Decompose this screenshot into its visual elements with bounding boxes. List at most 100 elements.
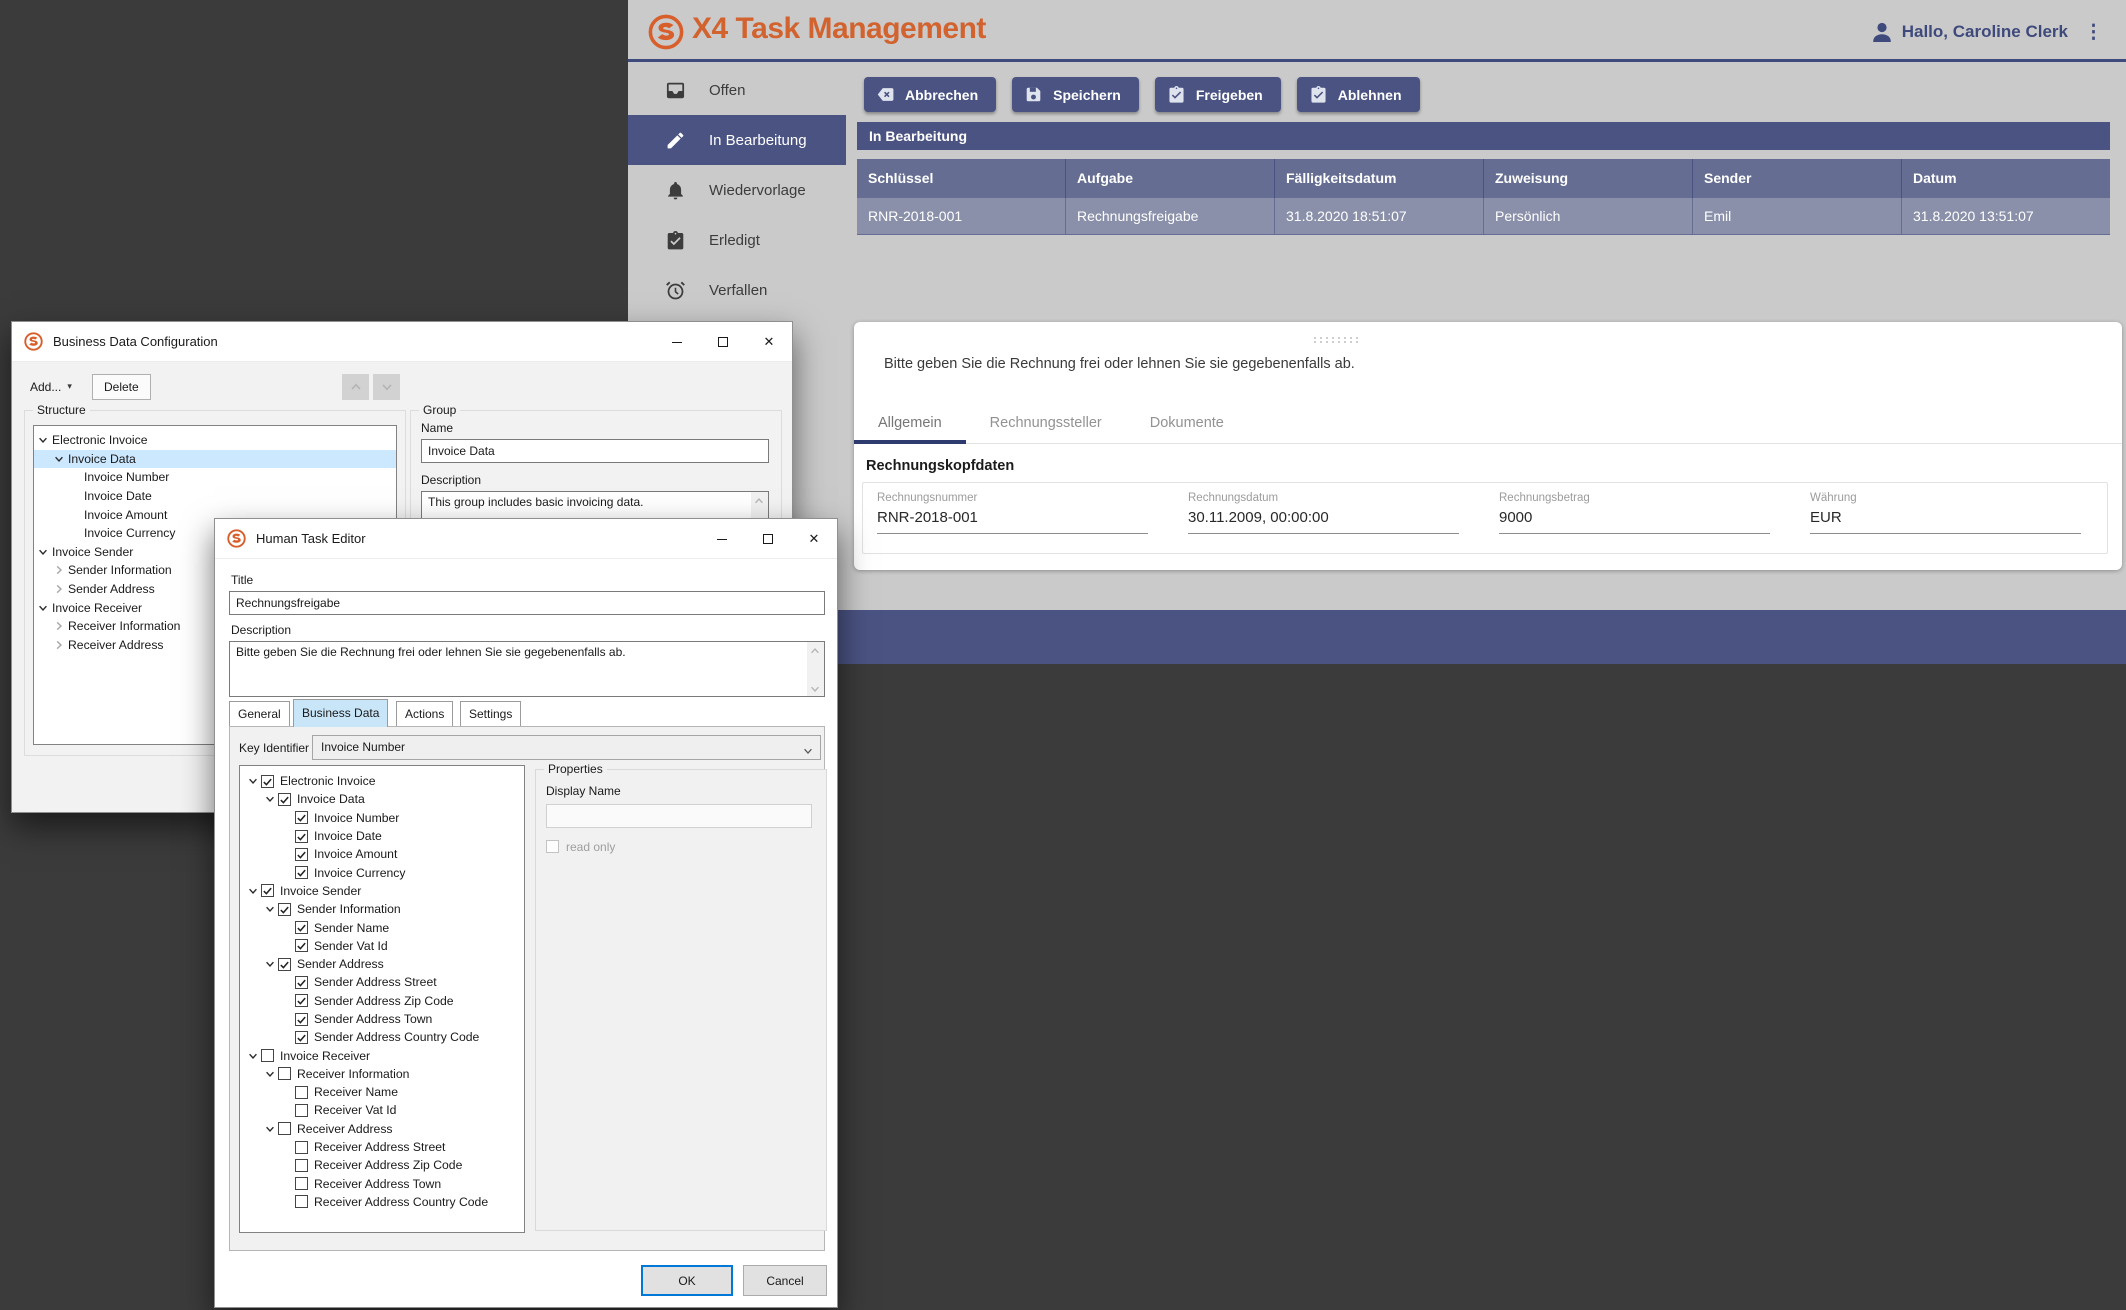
chevron-expanded-icon[interactable] [36, 602, 50, 614]
tab-settings[interactable]: Settings [460, 701, 521, 726]
speichern-button[interactable]: Speichern [1012, 77, 1139, 112]
column-header[interactable]: Fälligkeitsdatum [1275, 159, 1484, 198]
field-value[interactable]: 9000 [1499, 509, 1770, 534]
chevron-expanded-icon[interactable] [245, 885, 261, 897]
chevron-expanded-icon[interactable] [245, 775, 261, 787]
move-up-button[interactable] [342, 374, 369, 400]
sidebar-item-offen[interactable]: Offen [628, 65, 846, 115]
scroll-up-icon[interactable] [809, 644, 821, 656]
tab-allgemein[interactable]: Allgemein [854, 402, 966, 443]
unchecked-checkbox[interactable] [295, 1086, 308, 1099]
chevron-expanded-icon[interactable] [36, 546, 50, 558]
checkbox-tree-item[interactable]: Sender Address [240, 955, 524, 973]
freigeben-button[interactable]: Freigeben [1155, 77, 1281, 112]
task-description-input[interactable]: Bitte geben Sie die Rechnung frei oder l… [229, 641, 825, 697]
unchecked-checkbox[interactable] [295, 1177, 308, 1190]
minimize-button[interactable] [654, 322, 700, 362]
checked-checkbox[interactable] [261, 775, 274, 788]
checked-checkbox[interactable] [295, 994, 308, 1007]
checkbox-tree-item[interactable]: Receiver Information [240, 1065, 524, 1083]
key-identifier-select[interactable]: Invoice Number [312, 735, 821, 760]
column-header[interactable]: Zuweisung [1484, 159, 1693, 198]
chevron-expanded-icon[interactable] [245, 1050, 261, 1062]
sidebar-item-verfallen[interactable]: Verfallen [628, 265, 846, 315]
tab-dokumente[interactable]: Dokumente [1126, 402, 1248, 443]
checkbox-tree-item[interactable]: Invoice Number [240, 809, 524, 827]
checked-checkbox[interactable] [278, 958, 291, 971]
hte-titlebar[interactable]: Human Task Editor [215, 519, 837, 559]
checkbox-tree-item[interactable]: Sender Name [240, 918, 524, 936]
chevron-expanded-icon[interactable] [36, 434, 50, 446]
field-value[interactable]: 30.11.2009, 00:00:00 [1188, 509, 1459, 534]
checkbox-tree-item[interactable]: Sender Address Street [240, 973, 524, 991]
checkbox-tree-item[interactable]: Receiver Address Street [240, 1138, 524, 1156]
chevron-expanded-icon[interactable] [262, 903, 278, 915]
chevron-expanded-icon[interactable] [262, 1123, 278, 1135]
maximize-button[interactable] [745, 519, 791, 559]
sidebar-item-erledigt[interactable]: Erledigt [628, 215, 846, 265]
column-header[interactable]: Aufgabe [1066, 159, 1275, 198]
chevron-expanded-icon[interactable] [262, 793, 278, 805]
add-dropdown[interactable]: Add... [30, 380, 72, 394]
column-header[interactable]: Sender [1693, 159, 1902, 198]
checked-checkbox[interactable] [295, 1031, 308, 1044]
checkbox-tree-item[interactable]: Receiver Address Country Code [240, 1193, 524, 1211]
minimize-button[interactable] [699, 519, 745, 559]
checkbox-tree-item[interactable]: Sender Address Town [240, 1010, 524, 1028]
checked-checkbox[interactable] [295, 848, 308, 861]
unchecked-checkbox[interactable] [278, 1067, 291, 1080]
checked-checkbox[interactable] [295, 830, 308, 843]
close-button[interactable] [746, 322, 792, 362]
checked-checkbox[interactable] [295, 811, 308, 824]
field-value[interactable]: RNR-2018-001 [877, 509, 1148, 534]
tree-item[interactable]: Electronic Invoice [34, 431, 396, 450]
checked-checkbox[interactable] [295, 976, 308, 989]
chevron-collapsed-icon[interactable] [52, 564, 66, 576]
ok-button[interactable]: OK [641, 1265, 733, 1296]
drag-handle-icon[interactable] [1312, 336, 1358, 344]
chevron-collapsed-icon[interactable] [52, 583, 66, 595]
column-header[interactable]: Schlüssel [857, 159, 1066, 198]
checkbox-tree-item[interactable]: Receiver Address Zip Code [240, 1156, 524, 1174]
abbrechen-button[interactable]: Abbrechen [864, 77, 996, 112]
tree-item[interactable]: Invoice Data [34, 450, 396, 469]
delete-button[interactable]: Delete [92, 374, 151, 400]
read-only-checkbox[interactable] [546, 840, 559, 853]
checkbox-tree-item[interactable]: Receiver Vat Id [240, 1101, 524, 1119]
close-button[interactable] [791, 519, 837, 559]
checkbox-tree-item[interactable]: Invoice Data [240, 790, 524, 808]
checkbox-tree-item[interactable]: Receiver Address [240, 1120, 524, 1138]
tab-actions[interactable]: Actions [396, 701, 453, 726]
maximize-button[interactable] [700, 322, 746, 362]
unchecked-checkbox[interactable] [261, 1049, 274, 1062]
chevron-expanded-icon[interactable] [262, 1068, 278, 1080]
chevron-collapsed-icon[interactable] [52, 620, 66, 632]
bdc-titlebar[interactable]: Business Data Configuration [12, 322, 792, 362]
checked-checkbox[interactable] [278, 793, 291, 806]
checkbox-tree-item[interactable]: Invoice Amount [240, 845, 524, 863]
group-name-input[interactable] [421, 439, 769, 463]
scroll-up-icon[interactable] [753, 494, 765, 506]
chevron-expanded-icon[interactable] [52, 453, 66, 465]
task-title-input[interactable] [229, 591, 825, 615]
chevron-collapsed-icon[interactable] [52, 639, 66, 651]
tab-general[interactable]: General [229, 701, 290, 726]
checked-checkbox[interactable] [295, 866, 308, 879]
tab-business-data[interactable]: Business Data [293, 699, 388, 727]
sidebar-item-in-bearbeitung[interactable]: In Bearbeitung [628, 115, 846, 165]
move-down-button[interactable] [373, 374, 400, 400]
chevron-expanded-icon[interactable] [262, 958, 278, 970]
checkbox-tree-item[interactable]: Receiver Name [240, 1083, 524, 1101]
display-name-input[interactable] [546, 804, 812, 828]
cancel-button[interactable]: Cancel [743, 1265, 827, 1296]
column-header[interactable]: Datum [1902, 159, 2110, 198]
checkbox-tree-item[interactable]: Electronic Invoice [240, 772, 524, 790]
checkbox-tree-item[interactable]: Receiver Address Town [240, 1175, 524, 1193]
unchecked-checkbox[interactable] [295, 1104, 308, 1117]
checked-checkbox[interactable] [295, 1013, 308, 1026]
unchecked-checkbox[interactable] [278, 1122, 291, 1135]
checked-checkbox[interactable] [295, 921, 308, 934]
unchecked-checkbox[interactable] [295, 1141, 308, 1154]
checked-checkbox[interactable] [278, 903, 291, 916]
checkbox-tree-item[interactable]: Invoice Date [240, 827, 524, 845]
